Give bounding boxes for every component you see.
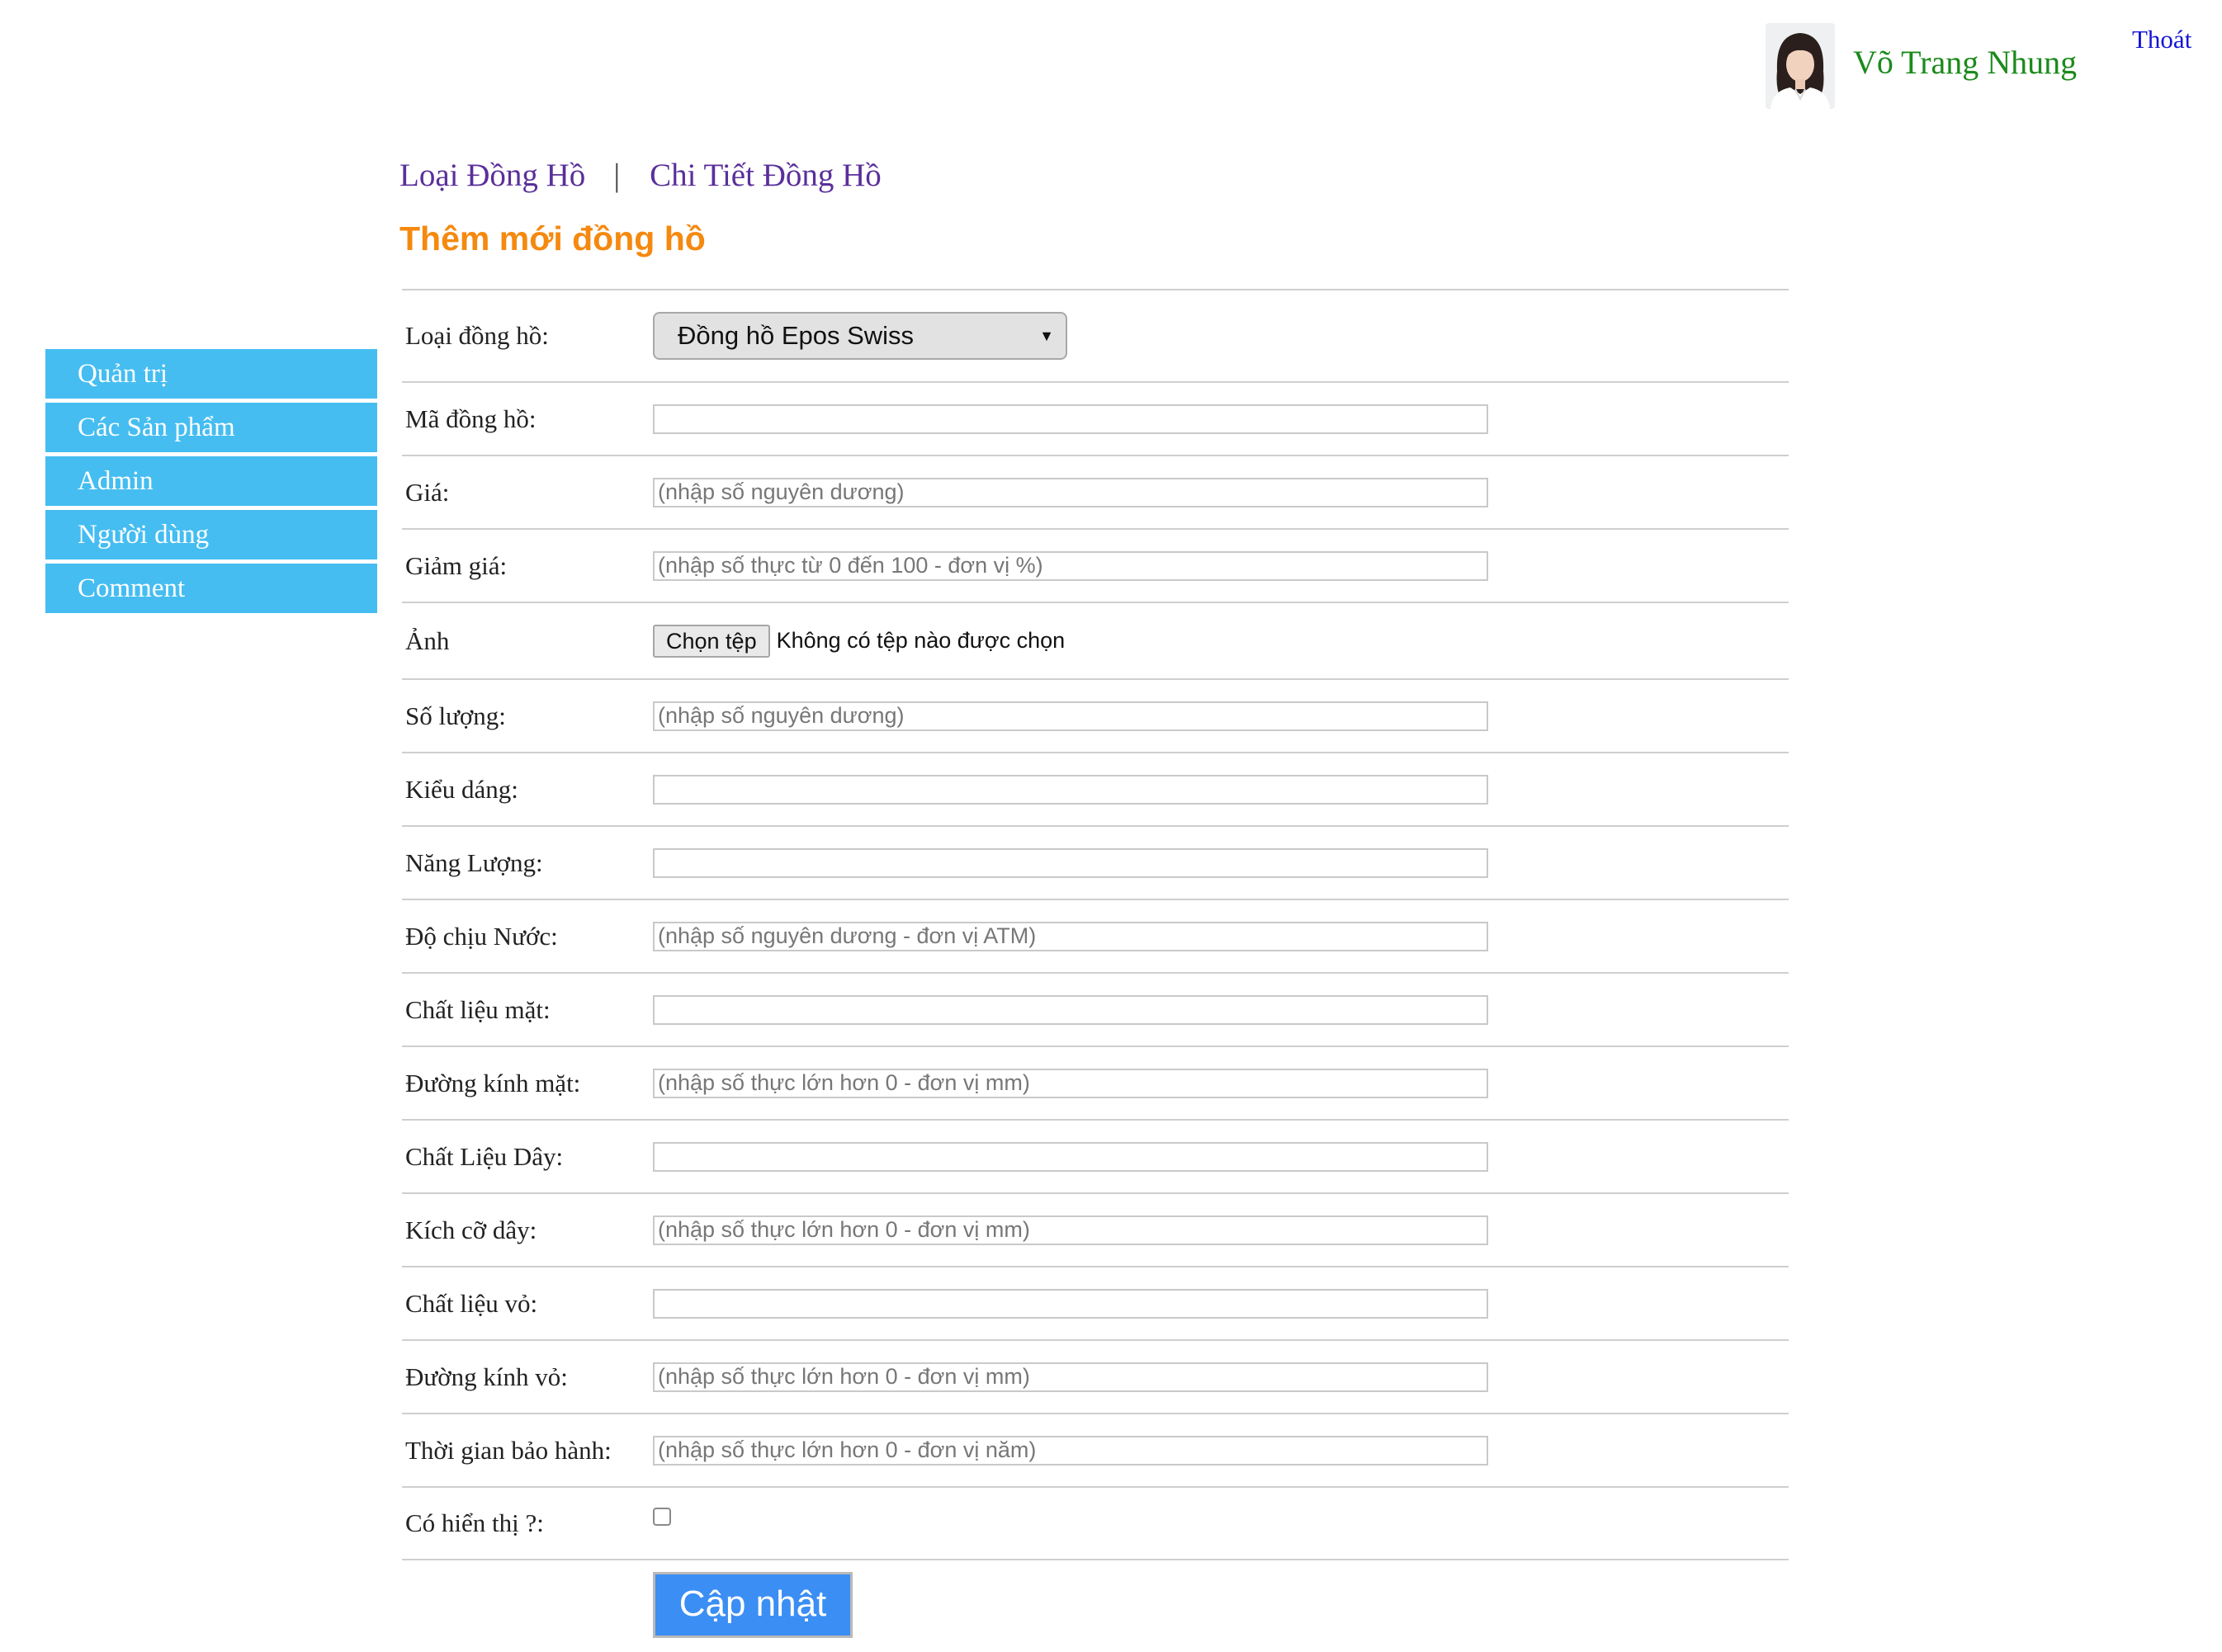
choose-file-button[interactable]: Chọn tệp — [653, 624, 770, 658]
case-diameter-input[interactable] — [653, 1362, 1488, 1392]
discount-input[interactable] — [653, 550, 1488, 581]
nav-watch-types-link[interactable]: Loại Đồng Hồ — [399, 158, 585, 193]
form-row-style: Kiểu dáng: — [402, 753, 1789, 827]
form-row-energy: Năng Lượng: — [402, 827, 1789, 900]
form-row-code: Mã đồng hồ: — [402, 383, 1789, 456]
case-diameter-label: Đường kính vỏ: — [405, 1362, 568, 1391]
strap-material-label: Chất Liệu Dây: — [405, 1141, 564, 1171]
nav-watch-details-link[interactable]: Chi Tiết Đồng Hồ — [650, 158, 882, 193]
discount-label: Giảm giá: — [405, 550, 508, 580]
file-status: Không có tệp nào được chọn — [776, 628, 1066, 653]
form-row-discount: Giảm giá: — [402, 530, 1789, 603]
strap-size-input[interactable] — [653, 1215, 1488, 1245]
energy-input[interactable] — [653, 847, 1488, 878]
style-input[interactable] — [653, 774, 1488, 805]
sidebar-item-quan-tri[interactable]: Quản trị — [45, 349, 377, 399]
avatar — [1766, 23, 1835, 109]
face-material-input[interactable] — [653, 994, 1488, 1025]
form-row-face-material: Chất liệu mặt: — [402, 974, 1789, 1047]
dropdown-arrow-icon: ▼ — [1039, 328, 1054, 344]
page-title: Thêm mới đồng hồ — [399, 219, 706, 257]
warranty-label: Thời gian bảo hành: — [405, 1435, 612, 1465]
image-label: Ảnh — [405, 625, 450, 655]
user-name: Võ Trang Nhung — [1853, 44, 2078, 81]
logout-link[interactable]: Thoát — [2132, 25, 2191, 54]
strap-size-label: Kích cỡ dây: — [405, 1215, 537, 1244]
form-row-quantity: Số lượng: — [402, 680, 1789, 753]
quantity-label: Số lượng: — [405, 701, 506, 730]
energy-label: Năng Lượng: — [405, 847, 543, 877]
water-resistance-label: Độ chịu Nước: — [405, 921, 558, 951]
form-row-strap-size: Kích cỡ dây: — [402, 1194, 1789, 1267]
case-material-label: Chất liệu vỏ: — [405, 1288, 538, 1318]
form-row-type: Loại đồng hồ: Đồng hồ Epos Swiss ▼ — [402, 290, 1789, 383]
face-diameter-label: Đường kính mặt: — [405, 1068, 581, 1097]
quantity-input[interactable] — [653, 701, 1488, 731]
form-row-price: Giá: — [402, 456, 1789, 530]
case-material-input[interactable] — [653, 1288, 1488, 1319]
form-row-water: Độ chịu Nước: — [402, 900, 1789, 974]
nav-separator: | — [613, 158, 621, 193]
form-row-image: Ảnh Chọn tệp Không có tệp nào được chọn — [402, 603, 1789, 680]
form-row-face-diameter: Đường kính mặt: — [402, 1047, 1789, 1121]
water-resistance-input[interactable] — [653, 921, 1488, 951]
sidebar-item-comment[interactable]: Comment — [45, 564, 377, 613]
face-material-label: Chất liệu mặt: — [405, 994, 551, 1024]
price-input[interactable] — [653, 477, 1488, 507]
form-row-case-diameter: Đường kính vỏ: — [402, 1341, 1789, 1414]
user-photo-icon — [1766, 23, 1835, 109]
sidebar-item-products[interactable]: Các Sản phẩm — [45, 403, 377, 452]
sidebar: Quản trị Các Sản phẩm Admin Người dùng C… — [45, 349, 377, 617]
display-label: Có hiển thị ?: — [405, 1508, 544, 1537]
face-diameter-input[interactable] — [653, 1068, 1488, 1098]
form-row-display: Có hiển thị ?: — [402, 1488, 1789, 1560]
warranty-input[interactable] — [653, 1435, 1488, 1466]
sidebar-item-admin[interactable]: Admin — [45, 456, 377, 506]
form-row-strap-material: Chất Liệu Dây: — [402, 1121, 1789, 1194]
strap-material-input[interactable] — [653, 1141, 1488, 1172]
watch-type-select[interactable]: Đồng hồ Epos Swiss ▼ — [653, 312, 1067, 360]
watch-type-selected: Đồng hồ Epos Swiss — [678, 321, 915, 350]
add-watch-form: Loại đồng hồ: Đồng hồ Epos Swiss ▼ Mã đồ… — [402, 289, 1789, 1560]
sidebar-item-users[interactable]: Người dùng — [45, 510, 377, 559]
form-row-case-material: Chất liệu vỏ: — [402, 1267, 1789, 1341]
update-button[interactable]: Cập nhật — [653, 1572, 853, 1638]
code-input[interactable] — [653, 404, 1488, 434]
price-label: Giá: — [405, 477, 450, 507]
display-checkbox[interactable] — [653, 1508, 671, 1527]
type-label: Loại đồng hồ: — [405, 321, 549, 350]
form-row-warranty: Thời gian bảo hành: — [402, 1414, 1789, 1488]
breadcrumb: Loại Đồng Hồ | Chi Tiết Đồng Hồ — [399, 157, 882, 194]
style-label: Kiểu dáng: — [405, 774, 518, 804]
code-label: Mã đồng hồ: — [405, 404, 537, 433]
